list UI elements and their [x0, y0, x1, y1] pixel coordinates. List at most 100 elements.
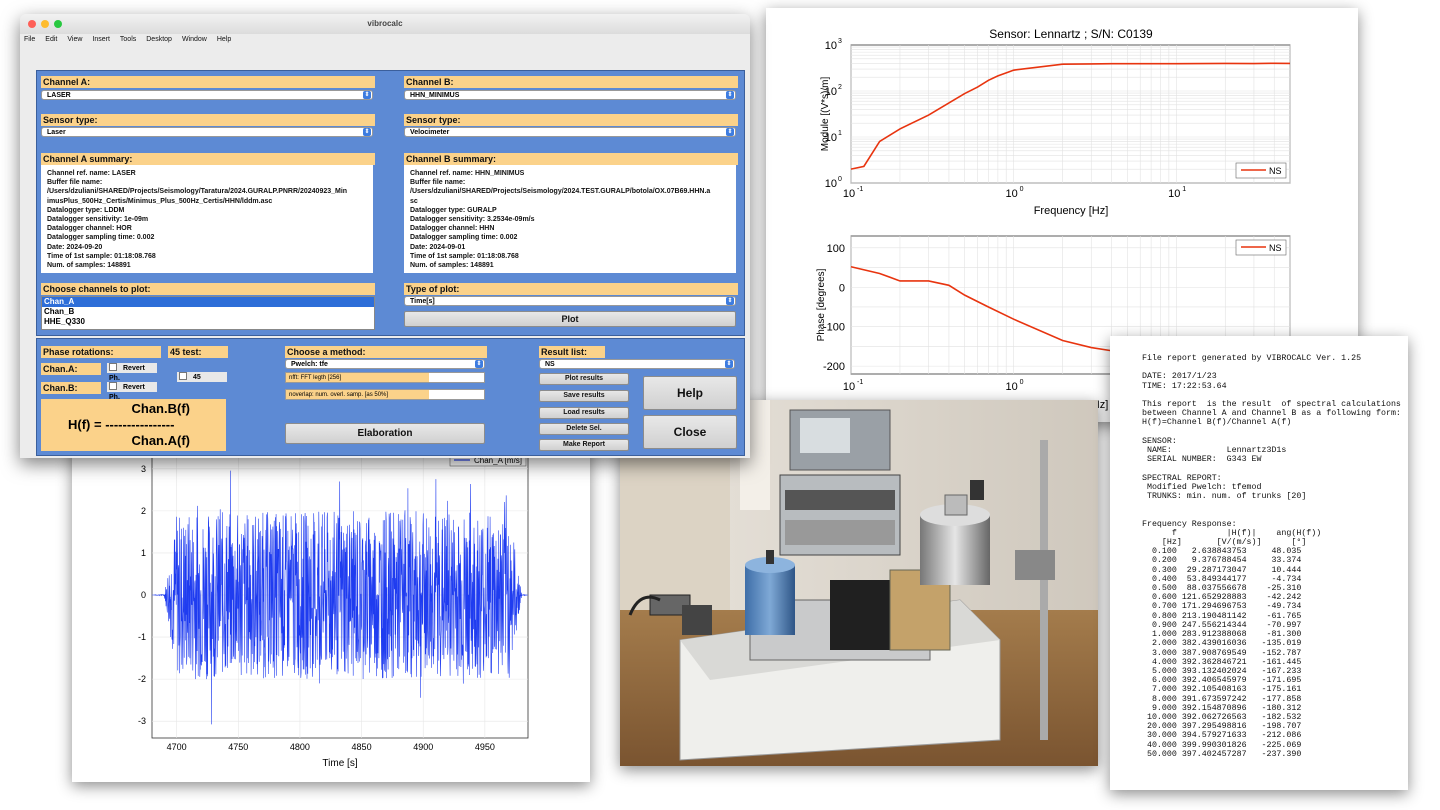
menu-edit[interactable]: Edit: [45, 34, 57, 46]
close-button[interactable]: Close: [643, 415, 737, 449]
x-tick-exponent: 0: [1020, 186, 1024, 193]
x-tick-label: 4700: [167, 742, 187, 752]
summary-line: sc: [410, 197, 418, 205]
phase-rotations-label: Phase rotations:: [41, 346, 161, 358]
chevron-updown-icon: ⇕: [363, 91, 371, 99]
y-tick-label: 3: [141, 464, 146, 474]
sensor-a-label: Sensor type:: [41, 114, 375, 126]
y-tick-exponent: 3: [838, 38, 842, 45]
noverlap-field[interactable]: noverlap: num. overl. samp. [as 50%]: [285, 389, 485, 400]
time-series-plot: 3 2 1 0 -1 -2 -3 4700 4750 4800 4850 4900 4950 Time […: [72, 430, 590, 782]
chart-title: Sensor: Lennartz ; S/N: C0139: [989, 27, 1153, 41]
channel-list-item[interactable]: Chan_A: [42, 297, 374, 307]
module-axes: [850, 44, 1291, 184]
summary-line: /Users/dzuliani/SHARED/Projects/Seismolo…: [47, 188, 348, 196]
revert-phase-a-checkbox[interactable]: Revert Ph.: [107, 363, 157, 382]
summary-line: Datalogger channel: HOR: [47, 225, 132, 233]
y-tick-label: 0: [141, 590, 146, 600]
minimize-window-button[interactable]: [41, 20, 49, 28]
save-results-button[interactable]: Save results: [539, 390, 629, 402]
channel-b-value: HHN_MINIMUS: [410, 92, 460, 99]
y-tick-exponent: 0: [838, 176, 842, 183]
method-select[interactable]: Pwelch: tfe ⇕: [285, 359, 485, 369]
menu-tools[interactable]: Tools: [120, 34, 136, 46]
checkbox-icon: [179, 372, 187, 380]
close-window-button[interactable]: [28, 20, 36, 28]
chan-b-phase-label: Chan.B:: [41, 382, 101, 394]
channel-list-item[interactable]: Chan_B: [42, 307, 374, 317]
sensor-b-select[interactable]: Velocimeter ⇕: [404, 127, 736, 137]
menu-view[interactable]: View: [67, 34, 82, 46]
chan-a-phase-label: Chan.A:: [41, 363, 101, 375]
sensor-b-label: Sensor type:: [404, 114, 738, 126]
sensor-a-select[interactable]: Laser ⇕: [41, 127, 373, 137]
test45-label: 45 test:: [168, 346, 228, 358]
summary-line: Datalogger type: LDDM: [47, 206, 125, 214]
summary-line: Buffer file name:: [47, 179, 103, 187]
summary-line: Num. of samples: 148891: [47, 262, 131, 270]
checkbox-icon: [109, 363, 117, 371]
legend-label: NS: [1269, 243, 1282, 253]
x-tick-exponent: 1: [1182, 186, 1186, 193]
window-title: vibrocalc: [367, 19, 403, 28]
channel-list-item[interactable]: HHE_Q330: [42, 317, 374, 327]
summary-line: Datalogger sensitivity: 1e-09m: [47, 216, 149, 224]
channel-b-select[interactable]: HHN_MINIMUS ⇕: [404, 90, 736, 100]
y-tick-label: 1: [141, 548, 146, 558]
menu-window[interactable]: Window: [182, 34, 207, 46]
type-of-plot-label: Type of plot:: [404, 283, 738, 295]
revert-phase-b-checkbox[interactable]: Revert Ph.: [107, 382, 157, 401]
time-series-chart: 3 2 1 0 -1 -2 -3 4700 4750 4800 4850 4900 4950 Time […: [138, 451, 529, 769]
chevron-updown-icon: ⇕: [726, 128, 734, 136]
x-tick-label: 4850: [352, 742, 372, 752]
result-list-select[interactable]: NS ⇕: [539, 359, 735, 369]
channel-a-value: LASER: [47, 92, 71, 99]
summary-line: Datalogger sampling time: 0.002: [47, 234, 155, 242]
nfft-field[interactable]: nfft: FFT legth [256]: [285, 372, 485, 383]
plot-button[interactable]: Plot: [404, 311, 736, 327]
method-value: Pwelch: tfe: [291, 361, 328, 368]
report-text: File report generated by VIBROCALC Ver. …: [1142, 354, 1401, 759]
summary-b-label: Channel B summary:: [404, 153, 738, 165]
summary-line: Datalogger type: GURALP: [410, 206, 497, 214]
load-results-button[interactable]: Load results: [539, 407, 629, 419]
y-axis-label: Module [(V*s)/m]: [820, 77, 831, 152]
type-of-plot-value: Time[s]: [410, 298, 435, 305]
menu-insert[interactable]: Insert: [92, 34, 110, 46]
channels-list[interactable]: Chan_A Chan_B HHE_Q330: [41, 296, 375, 330]
make-report-button[interactable]: Make Report: [539, 439, 629, 451]
help-button[interactable]: Help: [643, 376, 737, 410]
transfer-function-formula: Chan.B(f) H(f) = ---------------- Chan.A…: [41, 399, 226, 451]
method-label: Choose a method:: [285, 346, 487, 358]
elaboration-button[interactable]: Elaboration: [285, 423, 485, 444]
summary-line: Date: 2024-09-20: [47, 243, 103, 251]
summary-line: Num. of samples: 148891: [410, 262, 494, 270]
formula-denominator: Chan.A(f): [131, 433, 191, 448]
zoom-window-button[interactable]: [54, 20, 62, 28]
vibrocalc-report: File report generated by VIBROCALC Ver. …: [1110, 336, 1408, 790]
summary-line: Buffer file name:: [410, 179, 466, 187]
nfft-label: nfft: FFT legth [256]: [286, 373, 429, 382]
x-tick-label: 10: [1006, 188, 1018, 200]
x-tick-exponent: -1: [857, 379, 863, 386]
y-axis-label: Phase [degrees]: [816, 268, 827, 341]
plot-results-button[interactable]: Plot results: [539, 373, 629, 385]
chevron-updown-icon: ⇕: [475, 360, 483, 368]
menu-file[interactable]: File: [24, 34, 35, 46]
menu-desktop[interactable]: Desktop: [146, 34, 172, 46]
summary-line: Datalogger channel: HHN: [410, 225, 495, 233]
summary-a-box: Channel ref. name: LASER Buffer file name…: [41, 165, 373, 273]
menu-help[interactable]: Help: [217, 34, 231, 46]
channel-a-select[interactable]: LASER ⇕: [41, 90, 373, 100]
checkbox-icon: [109, 382, 117, 390]
x-axis-label: Frequency [Hz]: [1034, 205, 1109, 217]
test45-checkbox[interactable]: 45: [177, 372, 227, 382]
type-of-plot-select[interactable]: Time[s] ⇕: [404, 296, 736, 306]
x-tick-label: 10: [843, 188, 855, 200]
y-tick-exponent: 1: [838, 130, 842, 137]
x-tick-exponent: 0: [1020, 379, 1024, 386]
summary-line: Datalogger sampling time: 0.002: [410, 234, 518, 242]
channel-a-label: Channel A:: [41, 76, 375, 88]
x-tick-label: 4750: [228, 742, 248, 752]
delete-selection-button[interactable]: Delete Sel.: [539, 423, 629, 435]
